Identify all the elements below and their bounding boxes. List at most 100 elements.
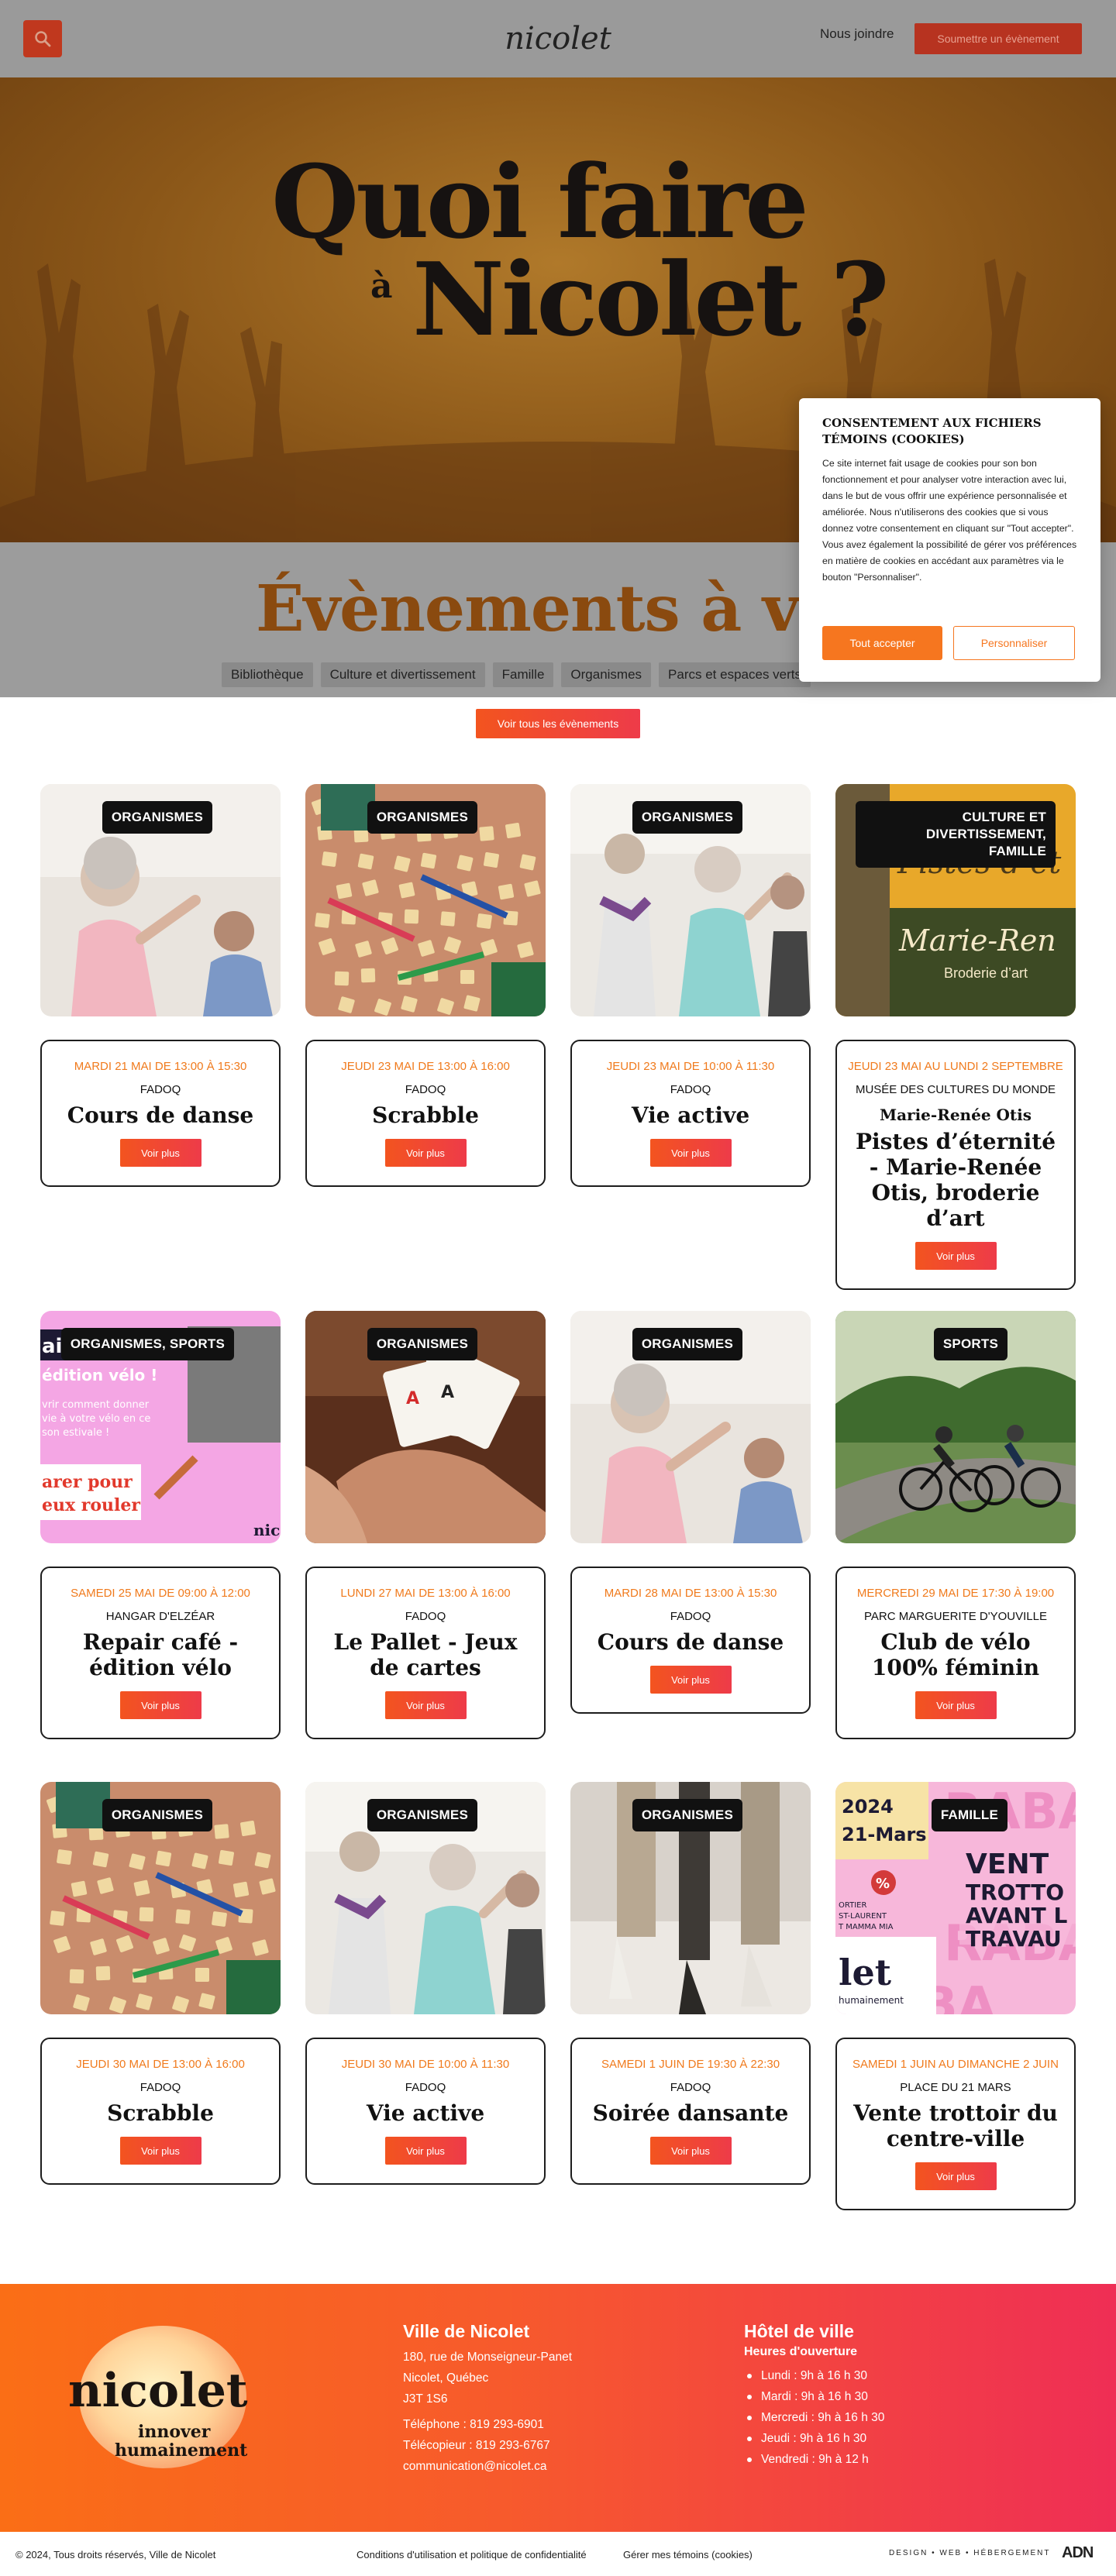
see-more-button[interactable]: Voir plus	[384, 1139, 467, 1167]
category-badge: Organismes	[102, 801, 212, 834]
event-date: Samedi 1 juin de 19:30 à 22:30	[601, 2058, 780, 2071]
svg-text:ORTIER: ORTIER	[839, 1901, 866, 1910]
svg-text:AVANT L: AVANT L	[966, 1903, 1067, 1928]
footer-email[interactable]: communication@nicolet.ca	[403, 2456, 572, 2477]
event-title[interactable]: Scrabble	[53, 2100, 268, 2126]
filter-chip[interactable]: Organismes	[561, 662, 652, 687]
event-card: Samedi 1 juin au dimanche 2 juin Place du…	[835, 2038, 1076, 2210]
event-card: Jeudi 30 mai de 10:00 à 11:30 FADOQ Vie ac…	[305, 2038, 546, 2185]
see-more-button[interactable]: Voir plus	[384, 1691, 467, 1719]
event-card: Jeudi 30 mai de 13:00 à 16:00 FADOQ Scrabb…	[40, 2038, 281, 2185]
event-title[interactable]: Cours de danse	[583, 1629, 798, 1655]
event-organizer: FADOQ	[405, 2081, 446, 2094]
see-more-button[interactable]: Voir plus	[384, 2137, 467, 2165]
event-card: Jeudi 23 mai au lundi 2 septembre Musée d…	[835, 1040, 1076, 1290]
category-badge: Culture et divertissement, Famille	[856, 801, 1056, 868]
hero-title-small-a: à	[370, 267, 393, 306]
nav-contact-link[interactable]: Nous joindre	[820, 26, 894, 42]
event-image[interactable]: Organismes	[570, 1782, 811, 2014]
footer-phone[interactable]: Téléphone : 819 293-6901	[403, 2414, 572, 2435]
accept-all-button[interactable]: Tout accepter	[822, 626, 942, 660]
svg-text:Broderie d’art: Broderie d’art	[944, 965, 1028, 981]
svg-text:21-Mars: 21-Mars	[842, 1824, 927, 1845]
category-badge: Organismes	[367, 1328, 477, 1360]
event-image[interactable]: air édition vélo ! vrir comment donner vie …	[40, 1311, 281, 1543]
cookie-actions: Tout accepter Personnaliser	[822, 626, 1075, 660]
svg-text:humainement: humainement	[839, 1995, 904, 2006]
see-more-button[interactable]: Voir plus	[119, 2137, 202, 2165]
event-card: Samedi 25 mai de 09:00 à 12:00 Hangar d'E…	[40, 1567, 281, 1739]
event-title[interactable]: Cours de danse	[53, 1102, 268, 1128]
event-image[interactable]: Organismes	[305, 1782, 546, 2014]
event-date: Jeudi 23 mai de 10:00 à 11:30	[606, 1060, 775, 1073]
event-image[interactable]: Organismes	[40, 1782, 281, 2014]
see-more-button[interactable]: Voir plus	[119, 1691, 202, 1719]
category-badge: Organismes, Sports	[60, 1328, 234, 1360]
footer-address2: Nicolet, Québec	[403, 2371, 489, 2385]
manage-cookies-link[interactable]: Gérer mes témoins (cookies)	[623, 2549, 753, 2561]
event-date: Samedi 25 mai de 09:00 à 12:00	[71, 1587, 250, 1600]
search-button[interactable]	[23, 20, 62, 57]
see-more-button[interactable]: Voir plus	[914, 2162, 997, 2190]
filter-chip[interactable]: Culture et divertissement	[320, 662, 485, 687]
svg-text:ST-LAURENT: ST-LAURENT	[839, 1912, 887, 1921]
agency-logo[interactable]: ADN	[1062, 2544, 1094, 2562]
svg-text:2024: 2024	[842, 1796, 894, 1818]
event-title[interactable]: Repair café - édition vélo	[53, 1629, 268, 1680]
see-more-button[interactable]: Voir plus	[649, 1666, 732, 1694]
category-filters: Bibliothèque Culture et divertissement F…	[222, 662, 811, 687]
event-title[interactable]: Club de vélo 100% féminin	[848, 1629, 1063, 1680]
event-image[interactable]: RABARABARABA202421-Mars%ORTIERST-LAURENT…	[835, 1782, 1076, 2014]
see-more-button[interactable]: Voir plus	[649, 2137, 732, 2165]
category-badge: Organismes	[102, 1799, 212, 1831]
event-image[interactable]: Organismes	[570, 1311, 811, 1543]
site-footer: nicolet innover humainement Ville de Nic…	[0, 2284, 1116, 2532]
event-image[interactable]: Sports	[835, 1311, 1076, 1543]
filter-chip[interactable]: Parcs et espaces verts	[659, 662, 811, 687]
event-date: Jeudi 23 mai au lundi 2 septembre	[848, 1060, 1063, 1073]
svg-text:A: A	[406, 1389, 419, 1408]
see-more-button[interactable]: Voir plus	[649, 1139, 732, 1167]
see-more-button[interactable]: Voir plus	[914, 1691, 997, 1719]
event-title[interactable]: Scrabble	[318, 1102, 533, 1128]
customize-button[interactable]: Personnaliser	[953, 626, 1075, 660]
footer-city-title: Ville de Nicolet	[403, 2321, 530, 2341]
event-title[interactable]: Soirée dansante	[583, 2100, 798, 2126]
see-more-button[interactable]: Voir plus	[914, 1242, 997, 1270]
event-image[interactable]: Pistes d’étMarie-RenBroderie d’artCultur…	[835, 784, 1076, 1016]
event-title[interactable]: Vente trottoir du centre-ville	[848, 2100, 1063, 2151]
filter-chip[interactable]: Bibliothèque	[222, 662, 313, 687]
see-all-events-button[interactable]: Voir tous les évènements	[476, 709, 640, 738]
event-card: Mardi 21 mai de 13:00 à 15:30 FADOQ Cours …	[40, 1040, 281, 1187]
footer-fax: Télécopieur : 819 293-6767	[403, 2439, 550, 2452]
svg-text:son estivale !: son estivale !	[42, 1427, 109, 1439]
event-image[interactable]: Organismes	[40, 784, 281, 1016]
submit-event-button[interactable]: Soumettre un évènement	[914, 23, 1082, 54]
footer-hours-title: Heures d'ouverture	[744, 2345, 858, 2358]
svg-text:innover: innover	[138, 2422, 211, 2442]
event-image[interactable]: Organismes	[305, 784, 546, 1016]
event-image[interactable]: Organismes	[570, 784, 811, 1016]
event-date: Mardi 21 mai de 13:00 à 15:30	[74, 1060, 247, 1073]
event-title[interactable]: Vie active	[583, 1102, 798, 1128]
event-organizer: Parc Marguerite D'Youville	[864, 1610, 1047, 1623]
event-title[interactable]: Vie active	[318, 2100, 533, 2126]
event-image[interactable]: A A Organismes	[305, 1311, 546, 1543]
event-organizer: FADOQ	[670, 1083, 711, 1096]
site-logo[interactable]: nicolet	[504, 17, 612, 60]
svg-text:let: let	[839, 1952, 892, 1993]
legal-link[interactable]: Conditions d'utilisation et politique de…	[356, 2549, 587, 2561]
see-more-button[interactable]: Voir plus	[119, 1139, 202, 1167]
event-date: Samedi 1 juin au dimanche 2 juin	[852, 2058, 1059, 2071]
event-card: Mardi 28 mai de 13:00 à 15:30 FADOQ Cours …	[570, 1567, 811, 1714]
event-title[interactable]: Pistes d’éternité - Marie-Renée Otis, br…	[848, 1129, 1063, 1231]
site-header: nicolet Nous joindre Soumettre un évènem…	[0, 0, 1116, 77]
filter-chip[interactable]: Famille	[492, 662, 554, 687]
event-title[interactable]: Le Pallet - Jeux de cartes	[318, 1629, 533, 1680]
category-badge: Sports	[933, 1328, 1008, 1360]
hours-item: Mercredi : 9h à 16 h 30	[744, 2407, 884, 2428]
event-date: Lundi 27 mai de 13:00 à 16:00	[340, 1587, 511, 1600]
footer-hours: Hôtel de ville Heures d'ouverture Lundi …	[744, 2321, 884, 2470]
cookie-consent-dialog: Consentement aux fichiers témoins (cooki…	[799, 398, 1100, 682]
footer-logo[interactable]: nicolet innover humainement	[62, 2323, 256, 2478]
